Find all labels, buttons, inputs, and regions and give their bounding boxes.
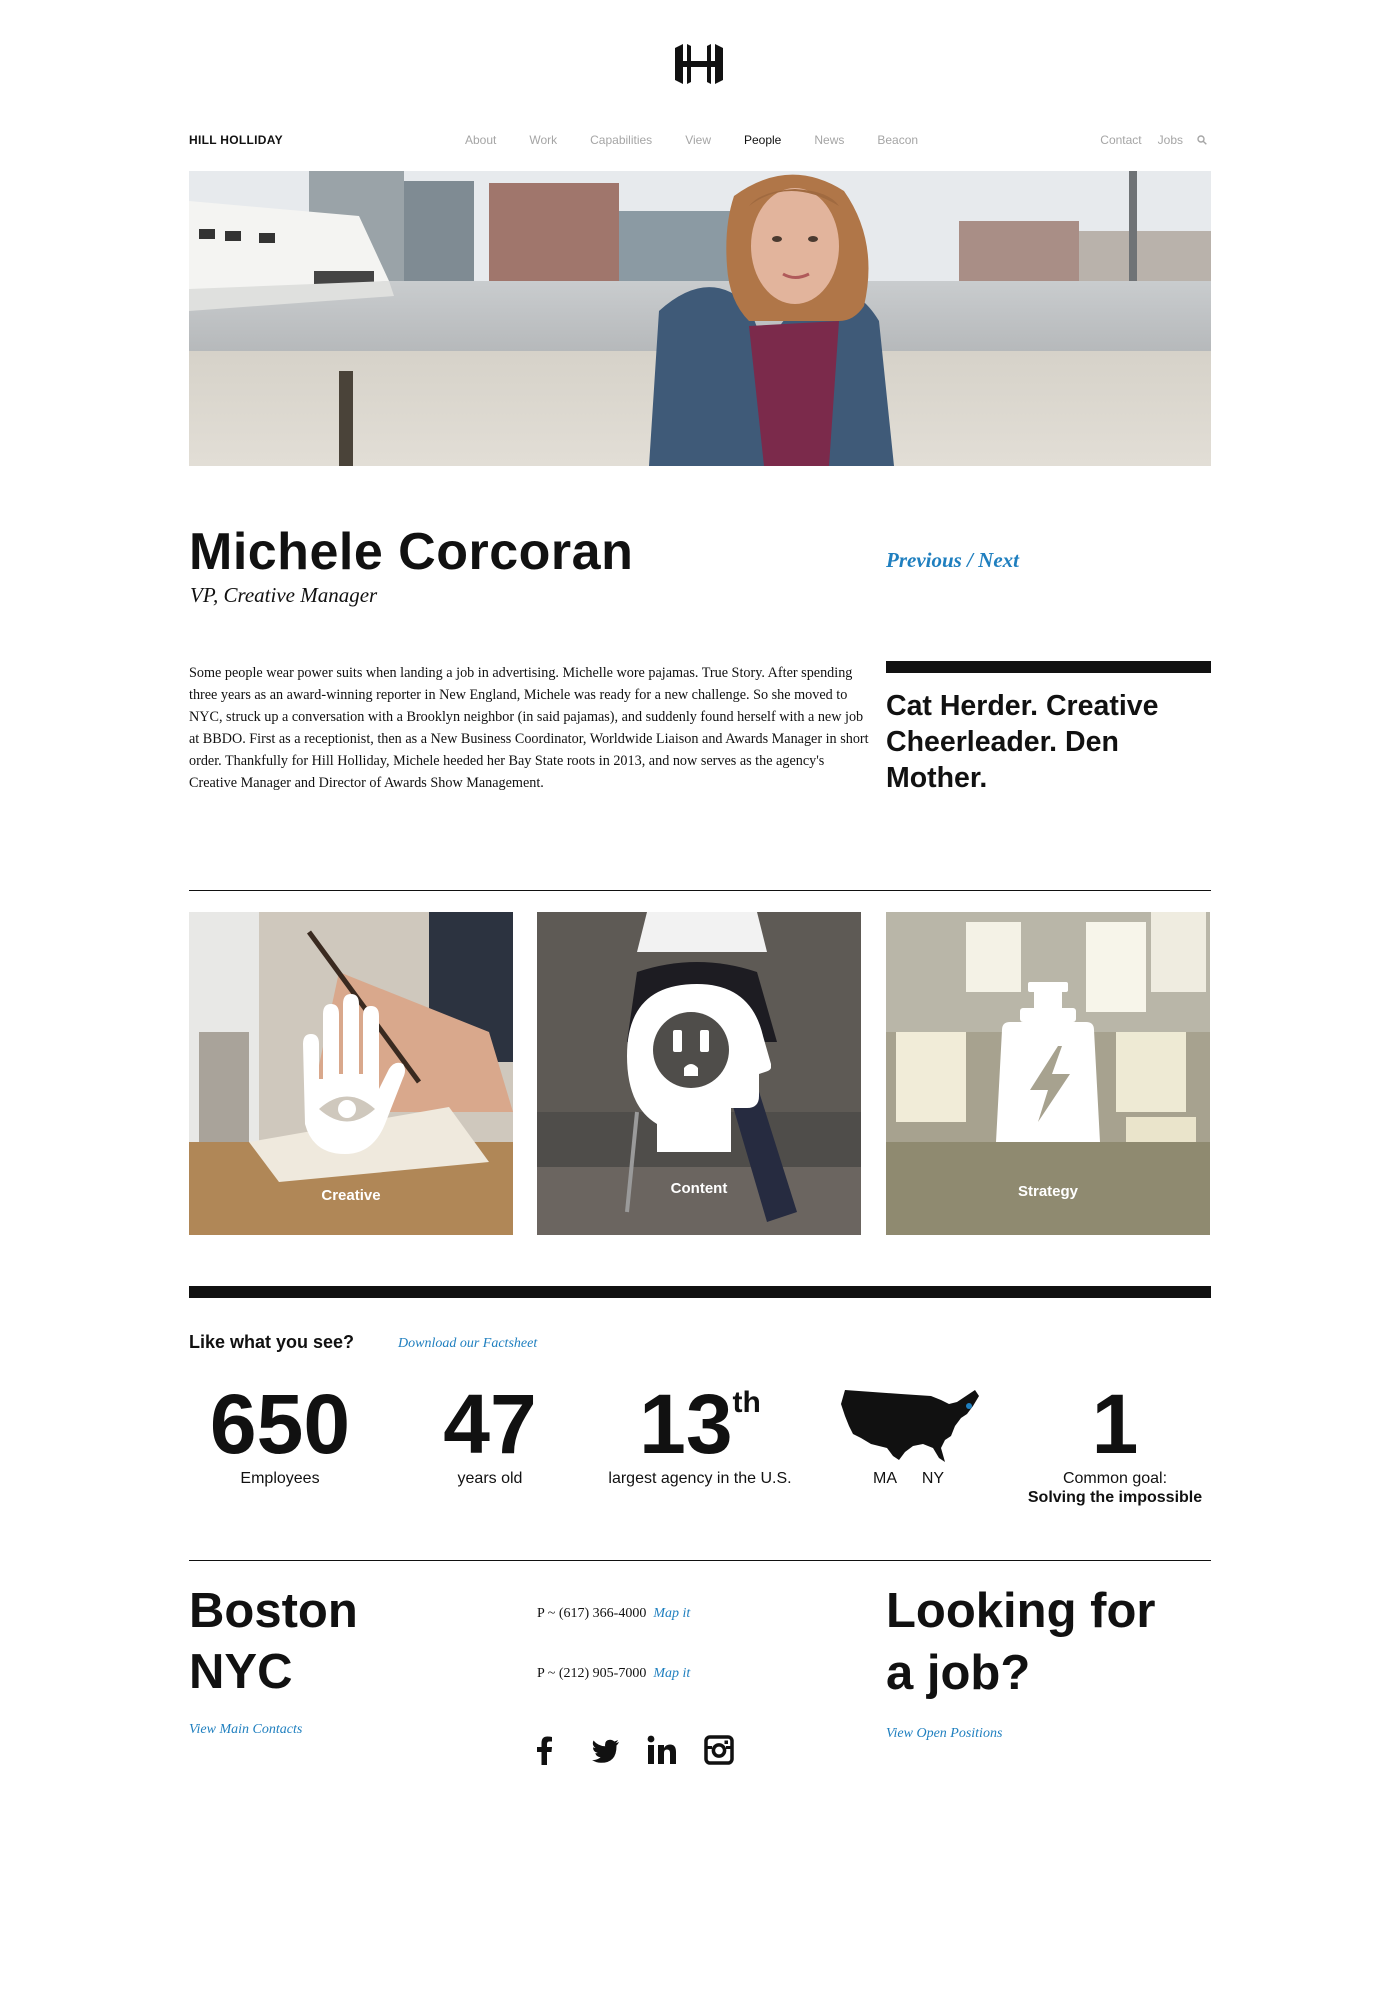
stat-employees-value: 650 xyxy=(209,1377,351,1471)
capability-label: Strategy xyxy=(1017,1183,1079,1200)
phone-nyc[interactable]: P ~ (212) 905-7000 xyxy=(537,1666,646,1681)
stat-rank: 13th xyxy=(560,1382,840,1466)
jobs-heading: Looking for a job? xyxy=(886,1580,1155,1704)
head-outlet-icon xyxy=(627,984,771,1152)
map-it-boston-link[interactable]: Map it xyxy=(653,1606,690,1621)
next-link[interactable]: Next xyxy=(978,548,1019,572)
nav-item-work[interactable]: Work xyxy=(529,133,557,147)
phone-boston-row: P ~ (617) 366-4000 Map it xyxy=(537,1606,690,1622)
nav-item-view[interactable]: View xyxy=(685,133,711,147)
person-quote: Cat Herder. Creative Cheerleader. Den Mo… xyxy=(886,690,1159,794)
office-nyc: NYC xyxy=(189,1645,293,1699)
nav-brand[interactable]: HILL HOLLIDAY xyxy=(189,133,283,147)
stat-years-label: years old xyxy=(457,1470,523,1487)
open-positions-link[interactable]: View Open Positions xyxy=(886,1726,1002,1742)
phone-nyc-row: P ~ (212) 905-7000 Map it xyxy=(537,1666,690,1682)
instagram-icon[interactable] xyxy=(704,1735,734,1765)
prev-next-nav: Previous / Next xyxy=(886,548,1019,573)
previous-link[interactable]: Previous xyxy=(886,548,962,572)
person-bio: Some people wear power suits when landin… xyxy=(189,665,869,791)
main-contacts-link[interactable]: View Main Contacts xyxy=(189,1722,302,1738)
stat-employees-label: Employees xyxy=(240,1470,320,1487)
office-boston: Boston xyxy=(189,1584,358,1638)
jobs-heading-line1: Looking for xyxy=(886,1584,1156,1638)
map-it-nyc-link[interactable]: Map it xyxy=(653,1666,690,1681)
map-label-ma: MA xyxy=(873,1470,897,1487)
capability-tile-creative[interactable]: Creative xyxy=(189,912,513,1235)
nav-item-jobs[interactable]: Jobs xyxy=(1158,133,1183,147)
linkedin-icon[interactable] xyxy=(647,1735,677,1765)
stat-rank-suffix: th xyxy=(732,1386,761,1419)
stat-goal-sublabel: Solving the impossible xyxy=(1027,1489,1203,1506)
capability-tile-strategy[interactable]: Strategy xyxy=(886,912,1210,1235)
facebook-icon[interactable] xyxy=(534,1735,554,1765)
stat-rank-label: largest agency in the U.S. xyxy=(608,1470,792,1487)
stats-divider xyxy=(189,1286,1211,1298)
search-icon[interactable] xyxy=(1197,135,1207,145)
stats-heading: Like what you see? xyxy=(189,1332,355,1352)
factsheet-link[interactable]: Download our Factsheet xyxy=(398,1336,537,1352)
nav-item-contact[interactable]: Contact xyxy=(1100,133,1141,147)
map-label-ny: NY xyxy=(921,1470,945,1487)
phone-boston[interactable]: P ~ (617) 366-4000 xyxy=(537,1606,646,1621)
hand-eye-icon xyxy=(303,994,405,1154)
stat-goal-value: 1 xyxy=(1091,1377,1139,1471)
bottle-lightning-icon xyxy=(996,982,1100,1142)
stat-rank-value: 13 xyxy=(639,1377,733,1471)
footer-divider xyxy=(189,1560,1211,1561)
usa-map-icon xyxy=(841,1390,979,1462)
hh-logo-icon[interactable] xyxy=(673,44,725,84)
nav-item-beacon[interactable]: Beacon xyxy=(877,133,918,147)
stat-goal-label: Common goal: xyxy=(1062,1470,1168,1487)
quote-divider xyxy=(886,661,1211,673)
jobs-heading-line2: a job? xyxy=(886,1646,1031,1700)
capability-tile-content[interactable]: Content xyxy=(537,912,861,1235)
utility-nav: Contact Jobs xyxy=(1084,133,1207,147)
nav-item-about[interactable]: About xyxy=(465,133,496,147)
main-nav: About Work Capabilities View People News… xyxy=(465,133,951,147)
nav-item-news[interactable]: News xyxy=(814,133,844,147)
person-title: VP, Creative Manager xyxy=(190,583,378,607)
nav-item-capabilities[interactable]: Capabilities xyxy=(590,133,652,147)
prev-next-separator: / xyxy=(961,548,979,572)
nav-item-people[interactable]: People xyxy=(744,133,781,147)
capability-label: Content xyxy=(670,1180,728,1197)
twitter-icon[interactable] xyxy=(592,1739,620,1763)
person-name: Michele Corcoran xyxy=(189,523,634,581)
capability-label: Creative xyxy=(321,1187,381,1204)
section-divider xyxy=(189,890,1211,891)
hero-photo xyxy=(189,171,1211,466)
